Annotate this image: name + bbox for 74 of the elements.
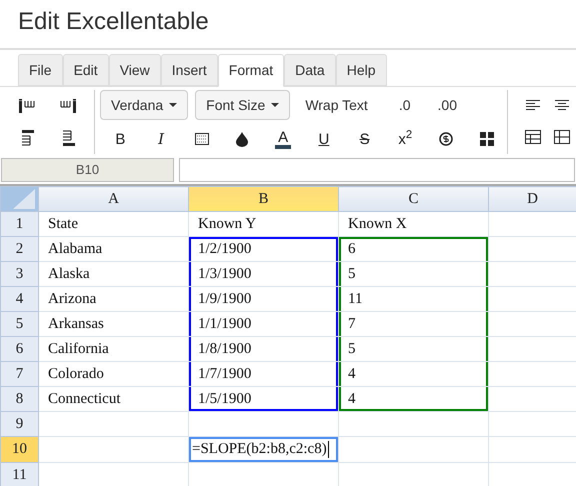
italic-button[interactable]: I — [158, 132, 164, 146]
table-cell-text: 1/1/1900 — [197, 316, 252, 332]
table-cell-text: 5 — [347, 340, 356, 357]
column-header[interactable]: D — [488, 186, 576, 212]
border-icon[interactable] — [194, 133, 209, 145]
table-cell-text: 4 — [347, 390, 356, 407]
cell-editor[interactable]: =SLOPE(b2:b8,c2:c8) — [189, 437, 338, 462]
menu-tab[interactable]: View — [108, 54, 161, 86]
table-cell-text: Arkansas — [47, 316, 104, 332]
table-cell-text: 5 — [347, 266, 356, 282]
table-cell-text: Alabama — [47, 240, 102, 257]
row-header[interactable]: 10 — [0, 436, 38, 462]
menu-tab[interactable]: Edit — [62, 54, 109, 86]
column-header[interactable]: C — [338, 186, 488, 212]
menu-tab[interactable]: Help — [336, 54, 387, 86]
caret-icon — [271, 103, 280, 107]
table-cell-text: 4 — [347, 366, 356, 382]
strikethrough-button[interactable]: S — [360, 132, 370, 146]
align-left-icon[interactable] — [526, 100, 540, 111]
column-header[interactable]: A — [38, 186, 188, 212]
menu-tab[interactable]: Format — [218, 54, 284, 87]
blocks-icon[interactable] — [480, 132, 494, 146]
table-cell-text: Colorado — [47, 366, 104, 382]
table-cell-text: California — [47, 340, 109, 357]
table-cell-text: 11 — [347, 290, 362, 307]
insert-column-left-icon[interactable] — [18, 98, 34, 112]
align-center-icon[interactable] — [554, 100, 568, 111]
table-cell-text: 1/2/1900 — [197, 240, 252, 257]
bold-button[interactable]: B — [115, 132, 126, 146]
table-cell-text: 1/5/1900 — [197, 390, 252, 407]
menu-tab[interactable]: Insert — [160, 54, 218, 86]
table-icon[interactable] — [524, 130, 540, 144]
row-header[interactable]: 9 — [0, 412, 38, 436]
table-cell-text: 6 — [347, 240, 356, 257]
row-header[interactable]: 4 — [0, 286, 38, 312]
table-cell-text: Alaska — [47, 266, 90, 282]
wrap-text-button[interactable]: Wrap Text — [297, 94, 376, 116]
row-header[interactable]: 6 — [0, 336, 38, 362]
table-cell-text: State — [47, 216, 78, 232]
name-box[interactable]: B10 — [1, 158, 174, 182]
row-header[interactable]: 3 — [0, 262, 38, 286]
dollar-circle-icon[interactable] — [438, 132, 453, 146]
row-header[interactable]: 2 — [0, 236, 38, 262]
row-header[interactable]: 5 — [0, 312, 38, 336]
table-cell-text: 7 — [347, 316, 356, 332]
font-dropdown[interactable]: Verdana — [100, 90, 188, 120]
font-size-dropdown[interactable]: Font Size — [195, 90, 290, 120]
insert-row-below-icon[interactable] — [60, 130, 74, 146]
row-header[interactable]: 1 — [0, 212, 38, 236]
menu-tab[interactable]: Data — [284, 54, 336, 86]
row-header[interactable]: 8 — [0, 386, 38, 412]
table-cell-text: Connecticut — [47, 390, 120, 407]
caret-icon — [169, 103, 178, 107]
underline-button[interactable]: U — [318, 132, 330, 146]
superscript-button[interactable]: x$^{2}$ — [398, 132, 412, 146]
table-cell-text: 1/8/1900 — [197, 340, 252, 357]
text-color-button[interactable]: A — [275, 130, 292, 148]
table-cell-text: 1/7/1900 — [197, 366, 252, 382]
column-header[interactable]: B — [188, 186, 338, 212]
window-title: Edit Excellentable — [18, 8, 209, 35]
insert-row-above-icon[interactable] — [20, 130, 34, 146]
decimal-button[interactable]: .0 — [390, 94, 419, 116]
table-cell-text: 1/3/1900 — [197, 266, 252, 282]
table-cell-text: Known X — [347, 216, 407, 232]
menu-tab[interactable]: File — [18, 54, 63, 86]
decimal-button[interactable]: .00 — [430, 94, 465, 116]
row-header[interactable]: 11 — [0, 462, 38, 486]
insert-column-right-icon[interactable] — [60, 98, 76, 112]
drop-icon[interactable] — [236, 132, 248, 146]
table-icon[interactable] — [554, 130, 570, 144]
table-cell-text: Known Y — [197, 216, 256, 232]
table-cell-text: 1/9/1900 — [197, 290, 252, 307]
table-cell-text: Arizona — [47, 290, 96, 307]
row-header[interactable]: 7 — [0, 362, 38, 386]
